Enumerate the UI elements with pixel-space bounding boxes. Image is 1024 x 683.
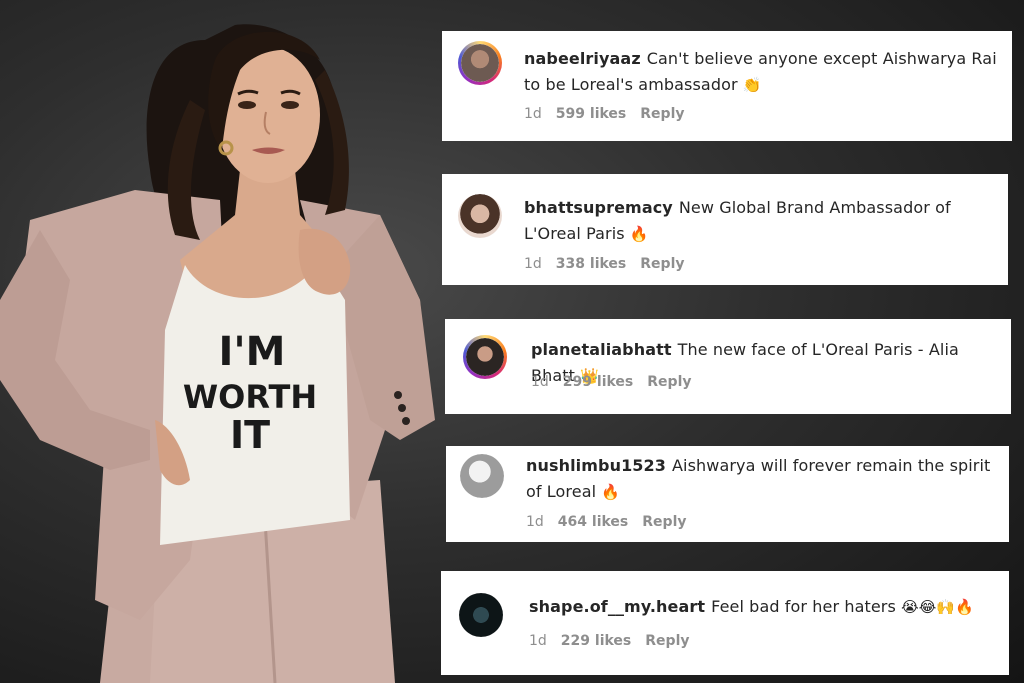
comment-text: nushlimbu1523 Aishwarya will forever rema… [526,453,1002,505]
featured-photo: I'M WORTH IT [0,0,450,683]
comment-card: nushlimbu1523 Aishwarya will forever rema… [446,446,1009,542]
comment-meta: 1d 229 likes Reply [529,633,704,649]
comment-card: shape.of__my.heart Feel bad for her hater… [441,571,1009,675]
comment-username[interactable]: planetaliabhatt [531,340,672,359]
woman-portrait-illustration: I'M WORTH IT [0,24,435,683]
likes-count[interactable]: 599 likes [556,106,626,122]
crying-laughing-clapping-fire-icons: 😭😂🙌🔥 [901,598,974,616]
shirt-text-line3: IT [230,413,270,457]
likes-count[interactable]: 299 likes [563,374,633,390]
likes-count[interactable]: 338 likes [556,256,626,272]
comment-meta: 1d 338 likes Reply [524,256,699,272]
comment-card: nabeelriyaaz Can't believe anyone except … [442,31,1012,141]
avatar[interactable] [463,335,507,379]
comment-age: 1d [531,374,549,390]
comment-username[interactable]: nushlimbu1523 [526,456,666,475]
fire-icon: 🔥 [629,225,649,243]
shirt-text-line2: WORTH [183,378,317,416]
comment-meta: 1d 299 likes Reply [531,374,706,390]
comment-text: shape.of__my.heart Feel bad for her hater… [529,594,1003,620]
avatar[interactable] [459,593,503,637]
comment-meta: 1d 464 likes Reply [526,514,701,530]
comment-age: 1d [524,106,542,122]
fire-icon: 🔥 [601,483,621,501]
likes-count[interactable]: 229 likes [561,633,631,649]
shirt-text-line1: I'M [219,329,286,375]
clapping-hands-icon: 👏 [742,76,762,94]
comment-age: 1d [526,514,544,530]
comment-username[interactable]: shape.of__my.heart [529,597,705,616]
comment-text: bhattsupremacy New Global Brand Ambassado… [524,195,1002,247]
comment-age: 1d [529,633,547,649]
avatar[interactable] [458,41,502,85]
reply-button[interactable]: Reply [640,106,684,122]
comment-username[interactable]: nabeelriyaaz [524,49,641,68]
comment-username[interactable]: bhattsupremacy [524,198,673,217]
reply-button[interactable]: Reply [645,633,689,649]
reply-button[interactable]: Reply [642,514,686,530]
reply-button[interactable]: Reply [640,256,684,272]
comment-text: nabeelriyaaz Can't believe anyone except … [524,46,1004,98]
likes-count[interactable]: 464 likes [558,514,628,530]
comment-meta: 1d 599 likes Reply [524,106,699,122]
avatar[interactable] [460,454,504,498]
reply-button[interactable]: Reply [647,374,691,390]
comment-body: Feel bad for her haters [711,597,896,616]
comment-card: bhattsupremacy New Global Brand Ambassado… [442,174,1008,285]
avatar[interactable] [458,194,502,238]
comment-age: 1d [524,256,542,272]
comment-card: planetaliabhatt The new face of L'Oreal P… [445,319,1011,414]
